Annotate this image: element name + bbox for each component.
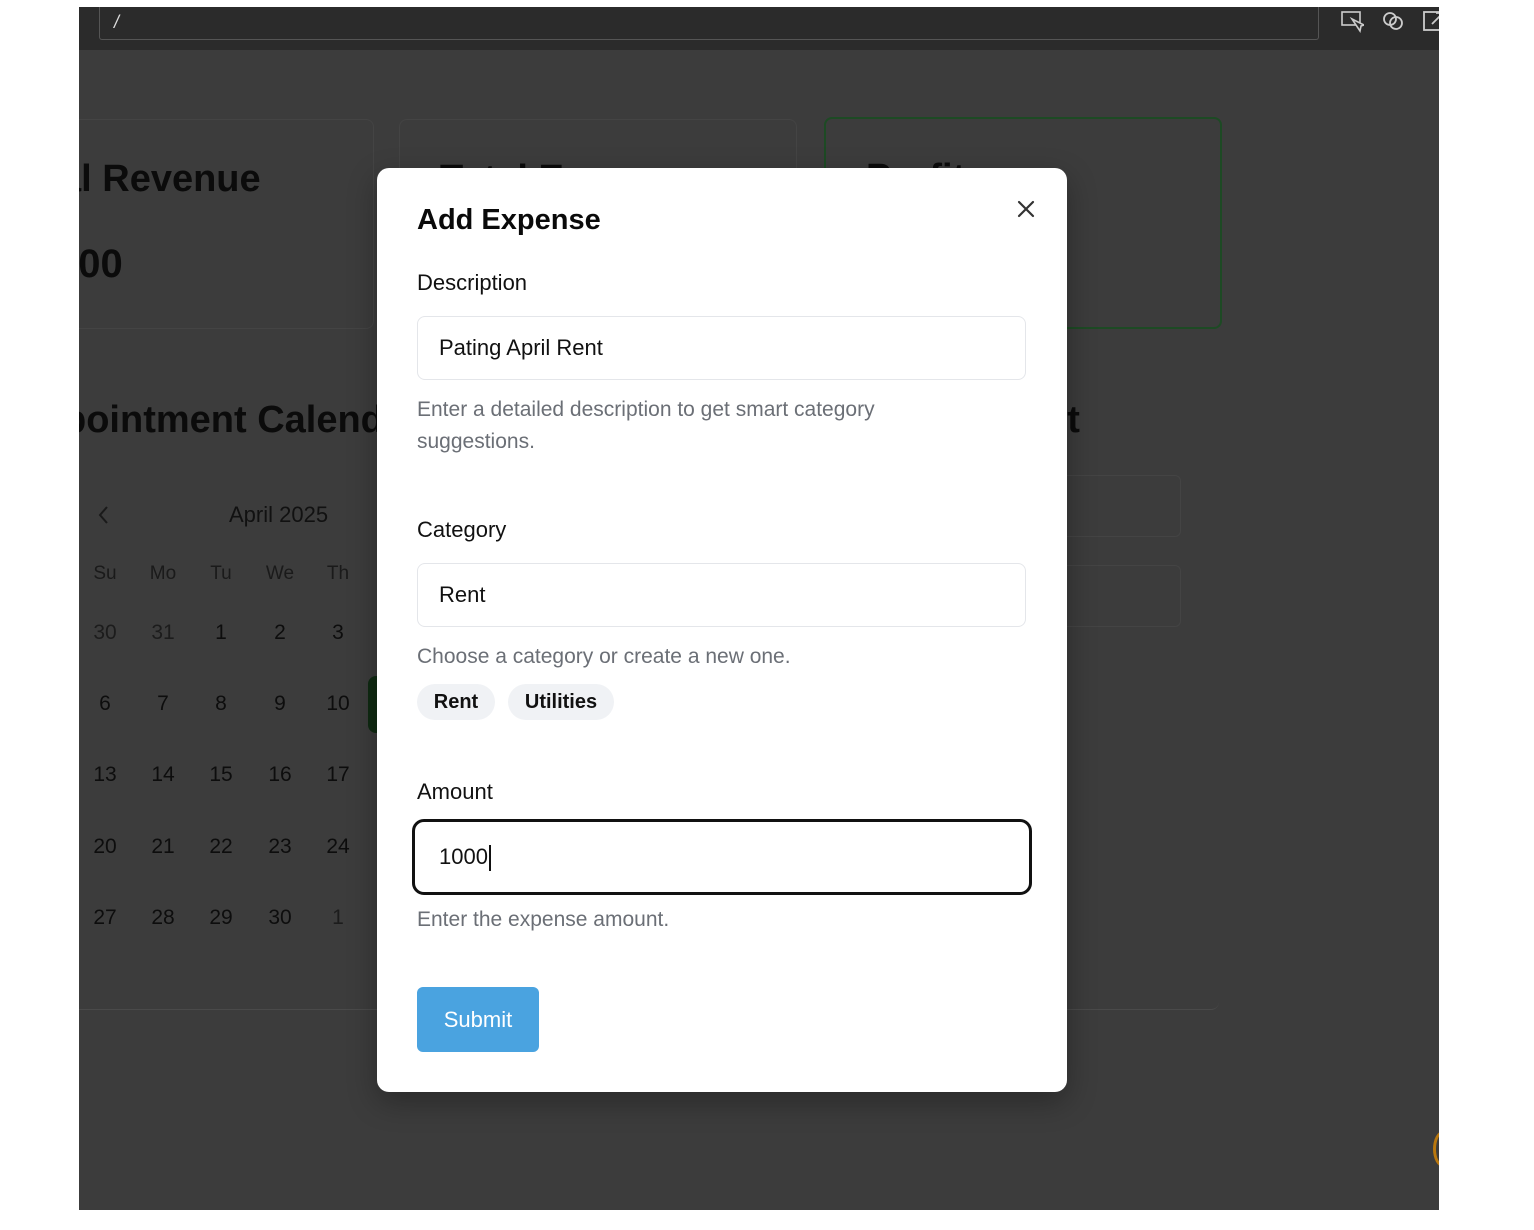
calendar-day[interactable]: 20 (85, 835, 125, 859)
weekday-we: We (265, 563, 295, 584)
description-input[interactable]: Pating April Rent (417, 316, 1026, 380)
url-input[interactable]: / (99, 7, 1319, 40)
calendar-day[interactable]: 13 (85, 763, 125, 787)
category-help: Choose a category or create a new one. (417, 645, 791, 668)
category-input[interactable]: Rent (417, 563, 1026, 627)
chevron-left-icon[interactable] (97, 504, 111, 526)
calendar-day[interactable]: 6 (85, 692, 125, 716)
revenue-card-title: al Revenue (79, 158, 261, 200)
calendar-day[interactable]: 2 (260, 621, 300, 645)
weekday-tu: Tu (210, 563, 232, 584)
link-icon[interactable] (1381, 9, 1405, 33)
calendar-day[interactable]: 28 (143, 906, 183, 930)
calendar-day[interactable]: 27 (85, 906, 125, 930)
calendar-month-label: April 2025 (229, 502, 329, 527)
calendar-day[interactable]: 15 (201, 763, 241, 787)
weekday-su: Su (93, 563, 117, 584)
calendar-day[interactable]: 7 (143, 692, 183, 716)
browser-toolbar: / (79, 7, 1439, 50)
floating-badge[interactable] (1433, 1131, 1439, 1167)
calendar-day[interactable]: 30 (260, 906, 300, 930)
revenue-card-value: 000 (79, 242, 123, 286)
calendar-day[interactable]: 3 (318, 621, 358, 645)
calendar-day[interactable]: 22 (201, 835, 241, 859)
calendar-day[interactable]: 31 (143, 621, 183, 645)
calendar-day[interactable]: 1 (201, 621, 241, 645)
inspect-icon[interactable] (1340, 9, 1364, 33)
calendar-day[interactable]: 10 (318, 692, 358, 716)
dialog-title: Add Expense (417, 204, 601, 236)
calendar-day[interactable]: 14 (143, 763, 183, 787)
amount-help: Enter the expense amount. (417, 908, 670, 931)
calendar-day[interactable]: 29 (201, 906, 241, 930)
calendar-day[interactable]: 8 (201, 692, 241, 716)
amount-input[interactable]: 1000 (412, 819, 1032, 895)
add-expense-dialog: Add Expense Description Pating April Ren… (377, 168, 1067, 1092)
calendar-day[interactable]: 30 (85, 621, 125, 645)
amount-value: 1000 (439, 844, 488, 869)
description-help: Enter a detailed description to get smar… (417, 398, 875, 453)
calendar-card-title: pointment Calend (79, 399, 384, 441)
amount-label: Amount (417, 779, 493, 804)
open-external-icon[interactable] (1423, 9, 1439, 33)
category-suggestion-rent[interactable]: Rent (417, 684, 495, 720)
weekday-mo: Mo (149, 563, 177, 584)
calendar-day[interactable]: 17 (318, 763, 358, 787)
description-label: Description (417, 270, 528, 295)
calendar-day[interactable]: 9 (260, 692, 300, 716)
weekday-th: Th (326, 563, 350, 584)
calendar-day[interactable]: 23 (260, 835, 300, 859)
calendar-day[interactable]: 24 (318, 835, 358, 859)
text-caret (488, 845, 491, 872)
calendar-day[interactable]: 16 (260, 763, 300, 787)
revenue-card: al Revenue 000 (79, 119, 374, 329)
submit-button[interactable]: Submit (417, 987, 539, 1052)
calendar-day[interactable]: 1 (318, 906, 358, 930)
category-suggestion-utilities[interactable]: Utilities (508, 684, 614, 720)
category-label: Category (417, 517, 507, 542)
close-icon[interactable] (1012, 195, 1040, 223)
calendar-day[interactable]: 21 (143, 835, 183, 859)
